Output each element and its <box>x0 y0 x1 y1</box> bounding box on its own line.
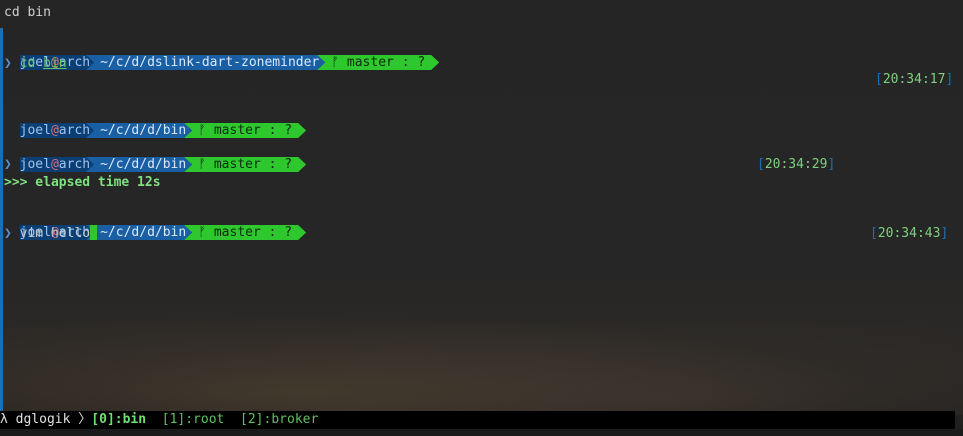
prompt-arrow-icon: ❯ <box>4 226 12 241</box>
text-cursor <box>90 225 98 240</box>
window-tab-active[interactable]: [0]:bin <box>91 412 146 427</box>
prompt-arrow-icon: ❯ <box>4 157 12 172</box>
prompt-path: ~/c/d/d/bin <box>86 157 192 172</box>
command-line: ❯ cd bin <box>4 56 67 71</box>
prompt-line: joel@arch ~/c/d/dslink-dart-zoneminder ᚠ m… <box>4 38 439 70</box>
window-tab[interactable]: [2]:broker <box>240 412 318 427</box>
command-input[interactable]: ❯ vim hello <box>4 225 98 242</box>
elapsed-time: >>> elapsed time 12s <box>4 175 161 190</box>
prompt-line: joel@arch ~/c/d/d/bin ᚠ master : ? <box>4 106 306 138</box>
prompt-git: ᚠ master : ? <box>317 55 439 70</box>
prompt-line: joel@arch ~/c/d/d/bin ᚠ master : ? <box>4 140 306 172</box>
branch-icon: ᚠ <box>198 123 207 138</box>
timestamp: [20:34:17] <box>875 72 954 87</box>
prompt-arrow-icon: ❯ <box>4 56 12 71</box>
prompt-path: ~/c/d/d/bin <box>86 123 192 138</box>
timestamp: [20:34:43] <box>870 226 949 241</box>
prompt-path: ~/c/d/dslink-dart-zoneminder <box>86 55 325 70</box>
timestamp: [20:34:29] <box>757 157 836 172</box>
tmux-status-bar: λ dglogik 〉[0]:bin [1]:root [2]:broker <box>0 411 955 429</box>
prompt-line: joel@arch ~/c/d/d/bin ᚠ master : ? <box>4 208 306 240</box>
prompt-path: ~/c/d/d/bin <box>86 225 192 240</box>
pane-border <box>0 28 3 411</box>
bottom-edge <box>0 429 963 436</box>
window-title: cd bin <box>4 5 51 20</box>
command-line: ❯ <box>4 156 12 173</box>
branch-icon: ᚠ <box>331 55 340 70</box>
branch-icon: ᚠ <box>198 157 207 172</box>
branch-icon: ᚠ <box>198 225 207 240</box>
session-name: λ dglogik <box>0 412 71 427</box>
window-tab[interactable]: [1]:root <box>162 412 225 427</box>
